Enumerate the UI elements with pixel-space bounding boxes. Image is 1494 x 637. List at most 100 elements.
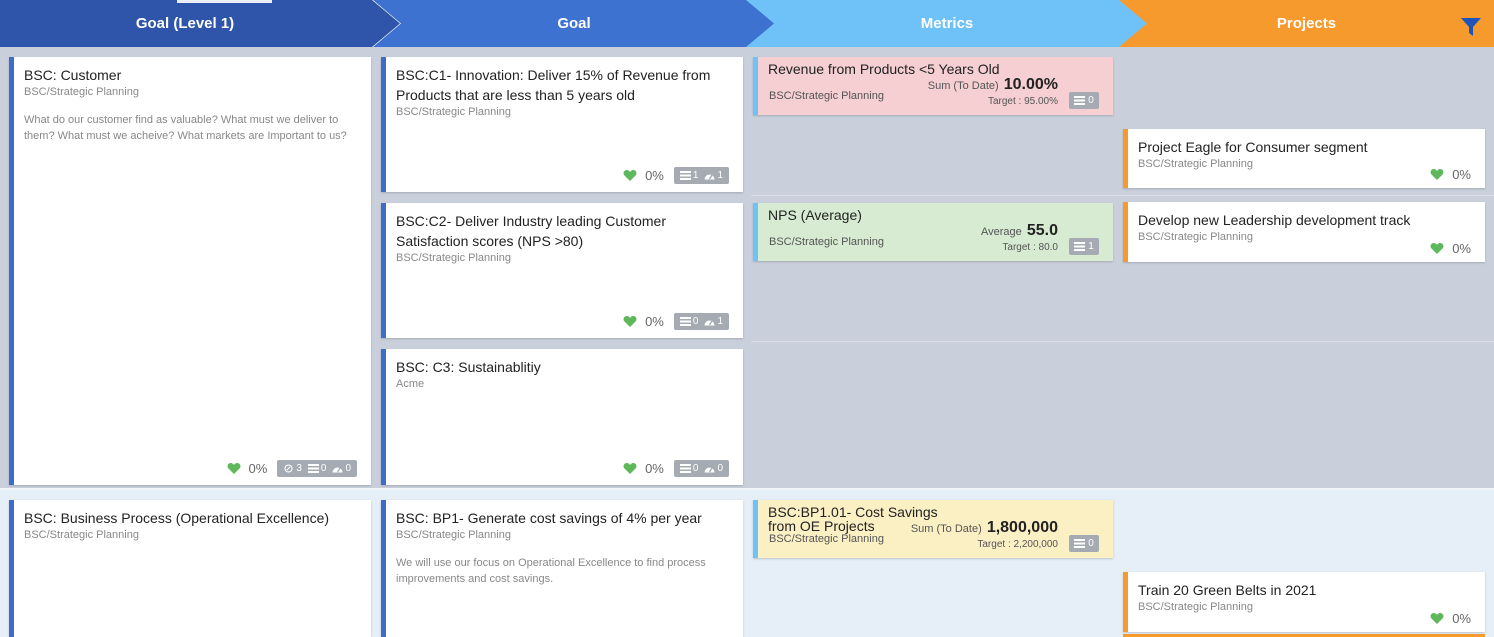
list-icon: [679, 317, 691, 326]
badge-group[interactable]: 0 1: [673, 313, 729, 330]
level1-goal-card[interactable]: BSC: Customer BSC/Strategic Planning Wha…: [9, 57, 371, 485]
card-org: BSC/Strategic Planning: [24, 529, 139, 541]
heart-icon: [623, 316, 637, 327]
card-org: BSC/Strategic Planning: [396, 529, 511, 541]
metric-stat: Average 55.0: [981, 222, 1058, 240]
card-footer: 0%: [1430, 611, 1471, 626]
badge-count: 0: [1088, 538, 1094, 549]
metric-stat-label: Sum (To Date): [927, 80, 999, 92]
heart-icon: [227, 463, 240, 474]
metric-stat-value: 1,800,000: [986, 519, 1058, 536]
metric-target: Target : 95.00%: [987, 96, 1058, 107]
projects-count-badge: 1: [701, 316, 726, 327]
metric-title: NPS (Average): [768, 207, 862, 223]
metric-card[interactable]: BSC:BP1.01- Cost Savings from OE Project…: [753, 500, 1113, 558]
column-header-projects[interactable]: Projects: [1119, 0, 1494, 47]
card-org: BSC/Strategic Planning: [1138, 601, 1253, 613]
badge-count: 0: [320, 463, 327, 474]
badge-group[interactable]: 0 0: [673, 460, 729, 477]
progress-percent: 0%: [1452, 167, 1471, 182]
card-title: BSC: BP1- Generate cost savings of 4% pe…: [396, 510, 702, 526]
badge-group[interactable]: 3 0 0: [277, 460, 357, 477]
goals-count-badge: 3: [280, 463, 305, 474]
gauge-icon: [704, 320, 715, 326]
filter-icon[interactable]: [1460, 17, 1482, 37]
progress-percent: 0%: [645, 314, 664, 329]
list-icon: [307, 464, 319, 473]
card-footer: 0%: [1430, 241, 1471, 256]
progress-percent: 0%: [1452, 611, 1471, 626]
badge-count: 1: [1088, 241, 1094, 252]
card-title: Develop new Leadership development track: [1138, 212, 1411, 228]
heart-icon: [1430, 169, 1444, 180]
comments-badge[interactable]: 0: [1069, 92, 1099, 109]
target-icon: [284, 464, 293, 473]
list-icon: [1074, 96, 1086, 105]
level1-goal-card[interactable]: BSC: Business Process (Operational Excel…: [9, 500, 371, 637]
card-org: BSC/Strategic Planning: [396, 106, 511, 118]
goal-card[interactable]: BSC: BP1- Generate cost savings of 4% pe…: [381, 500, 743, 637]
column-header-metrics[interactable]: Metrics: [746, 0, 1148, 47]
card-footer: 0%: [1430, 167, 1471, 182]
card-org: BSC/Strategic Planning: [396, 252, 511, 264]
column-header-goal-level1[interactable]: Goal (Level 1): [0, 0, 400, 47]
progress-percent: 0%: [645, 461, 664, 476]
goal-card[interactable]: BSC:C2- Deliver Industry leading Custome…: [381, 203, 743, 338]
metrics-count-badge: 0: [677, 463, 702, 474]
progress-percent: 0%: [1452, 241, 1471, 256]
badge-count: 3: [296, 463, 302, 474]
card-title: BSC:C1- Innovation: Deliver 15% of Reven…: [396, 67, 711, 103]
gauge-icon: [704, 174, 715, 180]
heart-icon: [623, 170, 637, 181]
list-icon: [1074, 539, 1086, 548]
card-description: What do our customer find as valuable? W…: [24, 114, 347, 142]
heart-icon: [1430, 613, 1444, 624]
metric-stat-label: Average: [981, 226, 1022, 238]
metrics-count-badge: 0: [677, 316, 702, 327]
metric-card[interactable]: Revenue from Products <5 Years Old BSC/S…: [753, 57, 1113, 115]
goal-card[interactable]: BSC:C1- Innovation: Deliver 15% of Reven…: [381, 57, 743, 192]
project-card[interactable]: Project Eagle for Consumer segment BSC/S…: [1123, 129, 1485, 188]
metric-org: BSC/Strategic Planning: [769, 236, 884, 248]
gauge-icon: [332, 467, 343, 473]
column-header-goal[interactable]: Goal: [373, 0, 775, 47]
badge-count: 0: [692, 316, 699, 327]
project-card[interactable]: Train 20 Green Belts in 2021 BSC/Strateg…: [1123, 572, 1485, 632]
badge-count: 0: [692, 463, 699, 474]
card-title: Project Eagle for Consumer segment: [1138, 139, 1368, 155]
card-description: We will use our focus on Operational Exc…: [396, 557, 706, 585]
badge-group[interactable]: 1 1: [673, 167, 729, 184]
metrics-count-badge: 1: [677, 170, 702, 181]
metric-stat-label: Sum (To Date): [910, 523, 982, 535]
comments-badge[interactable]: 1: [1069, 238, 1099, 255]
badge-count: 0: [1088, 95, 1094, 106]
heart-icon: [623, 463, 637, 474]
card-org: BSC/Strategic Planning: [1138, 158, 1253, 170]
list-icon: [1074, 242, 1086, 251]
metric-org: BSC/Strategic Planning: [769, 533, 884, 545]
metrics-count-badge: 0: [305, 463, 330, 474]
card-title: BSC: Customer: [24, 67, 122, 83]
metric-stat: Sum (To Date) 1,800,000: [911, 519, 1058, 537]
card-org: BSC/Strategic Planning: [1138, 231, 1253, 243]
row-divider: [751, 195, 1494, 196]
card-title: Train 20 Green Belts in 2021: [1138, 582, 1317, 598]
metric-target: Target : 80.0: [1002, 242, 1058, 253]
column-header-label: Goal (Level 1): [135, 15, 235, 32]
metric-target: Target : 2,200,000: [977, 539, 1058, 550]
card-title: BSC: Business Process (Operational Excel…: [24, 510, 330, 526]
heart-icon: [1430, 243, 1444, 254]
metric-stat-value: 10.00%: [1003, 76, 1058, 93]
progress-percent: 0%: [645, 168, 664, 183]
comments-badge[interactable]: 0: [1069, 535, 1099, 552]
project-card[interactable]: Develop new Leadership development track…: [1123, 202, 1485, 262]
badge-count: 1: [692, 170, 699, 181]
card-footer: 0% 0 0: [623, 460, 729, 477]
card-title: BSC: C3: Sustainablitiy: [396, 359, 541, 375]
goal-card[interactable]: BSC: C3: Sustainablitiy Acme 0% 0 0: [381, 349, 743, 485]
column-header-label: Metrics: [920, 15, 974, 32]
metric-card[interactable]: NPS (Average) BSC/Strategic Planning Ave…: [753, 203, 1113, 261]
column-header-label: Goal: [557, 15, 591, 32]
badge-count: 1: [717, 170, 723, 181]
card-org: BSC/Strategic Planning: [24, 86, 139, 98]
